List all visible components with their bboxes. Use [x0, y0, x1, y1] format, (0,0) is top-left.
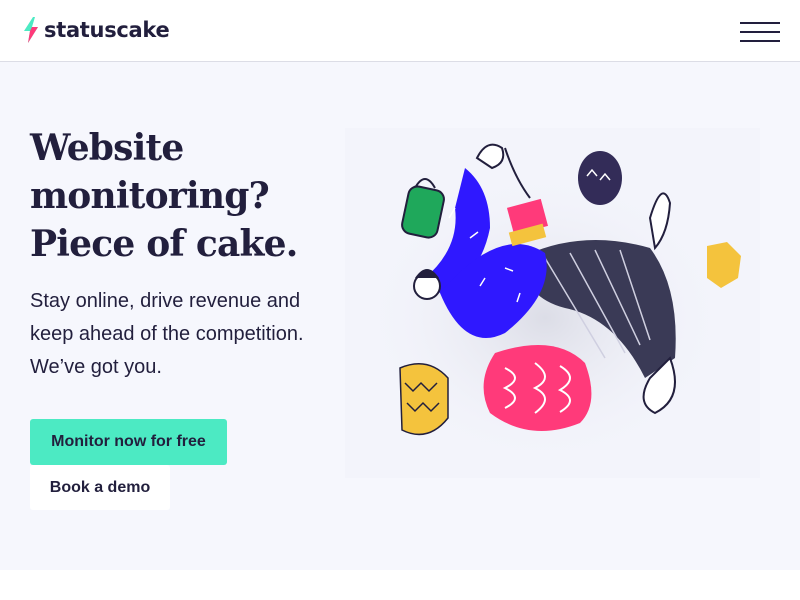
hero-section: Website monitoring? Piece of cake. Stay … — [0, 62, 800, 570]
headline-line-1: Website — [30, 127, 184, 169]
hero-subcopy: Stay online, drive revenue and keep ahea… — [30, 290, 304, 378]
next-section — [0, 570, 800, 600]
lightning-bolt-logo-icon — [24, 17, 38, 43]
hero-headline: Website monitoring? Piece of cake. — [30, 124, 330, 268]
book-demo-button[interactable]: Book a demo — [30, 465, 170, 510]
hero-illustration — [345, 128, 760, 478]
monitor-free-button[interactable]: Monitor now for free — [30, 419, 227, 465]
headline-line-3: Piece of cake. — [30, 223, 298, 265]
cake-person-illustration — [360, 143, 741, 468]
brand-name: statuscake — [44, 18, 170, 42]
top-navbar: statuscake — [0, 0, 800, 62]
hamburger-menu-icon[interactable] — [740, 22, 780, 44]
statuscake-logo[interactable]: statuscake — [22, 16, 170, 44]
headline-line-2: monitoring? — [30, 175, 270, 217]
